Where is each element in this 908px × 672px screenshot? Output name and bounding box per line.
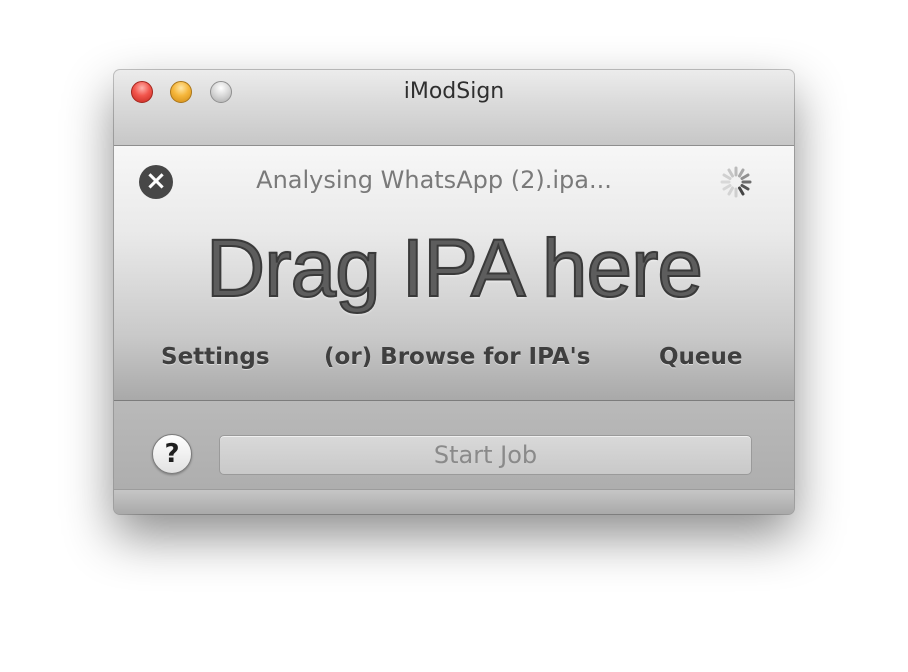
window-footer	[114, 489, 794, 514]
settings-link[interactable]: Settings	[161, 344, 270, 370]
help-button[interactable]: ?	[152, 434, 192, 474]
queue-link[interactable]: Queue	[659, 344, 743, 370]
title-bar[interactable]: iModSign	[114, 70, 794, 146]
start-job-button[interactable]: Start Job	[219, 435, 752, 475]
window-title: iModSign	[403, 79, 505, 104]
x-circle-icon: ×	[145, 166, 167, 196]
app-window: iModSign × Analysing WhatsApp (2).ipa...	[114, 70, 794, 514]
drag-ipa-title: Drag IPA here	[205, 222, 704, 315]
status-text: Analysing WhatsApp (2).ipa...	[256, 166, 612, 194]
cancel-analysis-button[interactable]: ×	[139, 165, 173, 199]
browse-ipa-link[interactable]: (or) Browse for IPA's	[324, 344, 590, 370]
ipa-drop-area[interactable]: × Analysing WhatsApp (2).ipa... Drag IPA…	[114, 146, 794, 401]
spinner-icon	[720, 166, 752, 198]
action-bar: ? Start Job	[114, 401, 794, 489]
